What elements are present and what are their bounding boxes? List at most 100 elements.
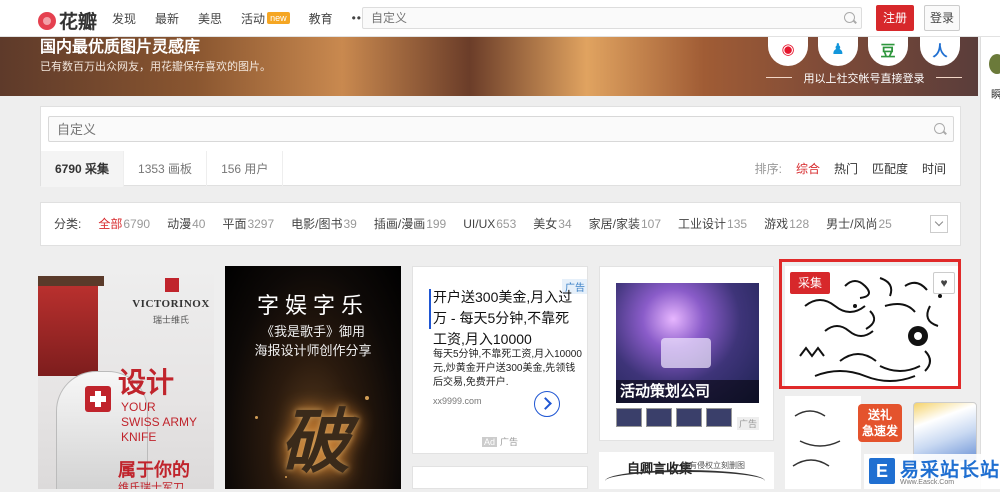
- top-bar: 花瓣 发现 最新 美思 活动new 教育 ••• 注册 登录: [0, 0, 1000, 37]
- category-count: 199: [426, 217, 447, 231]
- search-icon[interactable]: [934, 123, 945, 134]
- sort-relevance[interactable]: 匹配度: [872, 151, 908, 187]
- search-input[interactable]: [49, 117, 925, 141]
- pin-card-poster[interactable]: 字娱字乐 《我是歌手》御用 海报设计师创作分享 破: [225, 266, 401, 489]
- category-count: 34: [558, 217, 572, 231]
- category-item-graphic[interactable]: 平面3297: [222, 217, 274, 231]
- thumbnail[interactable]: [616, 408, 642, 427]
- huaban-logo[interactable]: 花瓣: [38, 7, 97, 34]
- event-caption: 活动策划公司: [616, 380, 759, 403]
- nav-latest[interactable]: 最新: [155, 10, 179, 27]
- register-button[interactable]: 注册: [876, 5, 914, 31]
- result-tabs: 6790 采集 1353 画板 156 用户: [41, 151, 284, 187]
- category-name: UI/UX: [463, 217, 496, 231]
- poster-line: 海报设计师创作分享: [254, 343, 372, 358]
- category-item-industrial[interactable]: 工业设计135: [678, 217, 747, 231]
- stage-illustration: [661, 338, 711, 368]
- poster-title: 字娱字乐: [256, 293, 369, 318]
- victorinox-logo-icon: [165, 278, 179, 292]
- pin-card-victorinox[interactable]: VICTORINOX 瑞士维氏 设计 YOUR SWISS ARMY KNIFE…: [38, 266, 214, 489]
- tab-users[interactable]: 156 用户: [207, 151, 284, 187]
- swiss-cross-icon: [85, 386, 111, 412]
- thumbnail[interactable]: [646, 408, 672, 427]
- new-badge: new: [267, 11, 290, 24]
- nav-activity-label: 活动: [241, 11, 266, 26]
- ad-card[interactable]: 广告 开户送300美金,月入过万 - 每天5分钟,不靠死工资,月入10000 每…: [412, 266, 588, 454]
- main-nav: 发现 最新 美思 活动 new 教育 •••: [112, 0, 386, 36]
- nav-activity[interactable]: 活动 new: [241, 10, 290, 27]
- card-cn-line-2: 维氏瑞士军刀: [118, 482, 184, 489]
- category-item-film[interactable]: 电影/图书39: [291, 217, 357, 231]
- category-count: 135: [727, 217, 748, 231]
- ad-footer-label: 广告: [500, 437, 519, 447]
- weibo-icon: ◉: [781, 41, 795, 58]
- douban-icon: 豆: [880, 43, 896, 60]
- category-name: 电影/图书: [291, 217, 343, 231]
- ad-card-event[interactable]: 活动策划公司 广告: [599, 266, 774, 441]
- category-item-home[interactable]: 家居/家装107: [589, 217, 661, 231]
- category-item-beauty[interactable]: 美女34: [533, 217, 571, 231]
- ad-headline[interactable]: 开户送300美金,月入过万 - 每天5分钟,不靠死工资,月入10000: [433, 287, 583, 350]
- category-name: 家居/家装: [588, 217, 640, 231]
- pin-card-ornament-partial[interactable]: [412, 466, 588, 489]
- nav-education[interactable]: 教育: [309, 10, 333, 27]
- tab-pins[interactable]: 6790 采集: [41, 151, 125, 187]
- chevron-down-icon[interactable]: [930, 215, 948, 233]
- ad-footer: Ad 广告: [413, 435, 587, 448]
- tab-boards[interactable]: 1353 画板: [124, 151, 208, 187]
- ornament-illustration: [792, 410, 841, 467]
- category-item-illustration[interactable]: 插画/漫画199: [374, 217, 446, 231]
- collect-button[interactable]: 采集: [790, 272, 830, 294]
- thumbnail[interactable]: [676, 408, 702, 427]
- nav-meisi[interactable]: 美思: [198, 10, 222, 27]
- heart-icon[interactable]: ♥: [933, 272, 955, 294]
- avatar[interactable]: [989, 54, 1000, 74]
- gate-illustration: [38, 276, 104, 376]
- ad-body: 每天5分钟,不靠死工资,月入10000元,炒黄金开户送300美金,先领钱后交易,…: [433, 349, 582, 388]
- login-button[interactable]: 登录: [924, 5, 960, 31]
- category-item-all[interactable]: 全部6790: [98, 217, 150, 231]
- category-count: 40: [192, 217, 206, 231]
- event-thumbnails: [616, 408, 736, 427]
- category-count: 653: [496, 217, 517, 231]
- category-count: 25: [878, 217, 892, 231]
- category-label: 分类:: [54, 217, 82, 231]
- category-name: 插画/漫画: [373, 217, 426, 231]
- chevron-right-icon[interactable]: [534, 391, 560, 417]
- card-headline: 设计: [118, 367, 175, 398]
- thumbnail[interactable]: [706, 408, 732, 427]
- ad-tag: 广告: [736, 417, 759, 430]
- poster-line: 《我是歌手》御用: [260, 324, 365, 339]
- top-search-input[interactable]: [363, 8, 839, 28]
- category-name: 男士/风尚: [826, 217, 878, 231]
- nav-discover[interactable]: 发现: [112, 10, 136, 27]
- floating-promo[interactable]: 送礼 急速发: [858, 402, 978, 462]
- brand-name: 花瓣: [59, 11, 98, 33]
- category-name: 平面: [222, 217, 247, 231]
- qq-icon: ♟: [831, 41, 845, 58]
- search-box: [48, 116, 954, 142]
- pin-card-calligraphy[interactable]: 自卿言收集 如有侵权立刻删图: [599, 452, 774, 489]
- category-count: 6790: [123, 217, 151, 231]
- watermark-logo-icon: E: [869, 458, 895, 484]
- sort-time[interactable]: 时间: [922, 151, 946, 187]
- card-en-line: YOUR: [121, 400, 156, 414]
- search-icon[interactable]: [844, 12, 855, 23]
- category-name: 工业设计: [678, 217, 727, 231]
- category-item-menswear[interactable]: 男士/风尚25: [826, 217, 892, 231]
- category-count: 3297: [247, 217, 275, 231]
- category-item-uiux[interactable]: UI/UX653: [463, 217, 516, 231]
- category-item-anime[interactable]: 动漫40: [167, 217, 205, 231]
- sort-popular[interactable]: 热门: [834, 151, 858, 187]
- side-label: 瞬: [991, 89, 1000, 101]
- ad-accent-bar: [429, 289, 431, 329]
- watermark-title: 易采站长站: [900, 460, 1000, 481]
- pin-card-ornament-2[interactable]: [785, 396, 861, 489]
- ad-url[interactable]: xx9999.com: [433, 396, 482, 406]
- sort-comprehensive[interactable]: 综合: [796, 151, 820, 187]
- category-item-games[interactable]: 游戏128: [764, 217, 809, 231]
- top-search: [362, 7, 862, 29]
- card-brand-cn: 瑞士维氏: [152, 315, 189, 325]
- promo-badge: 送礼 急速发: [858, 404, 902, 442]
- banner-subtitle: 已有数百万出众网友，用花瓣保存喜欢的图片。: [40, 61, 271, 73]
